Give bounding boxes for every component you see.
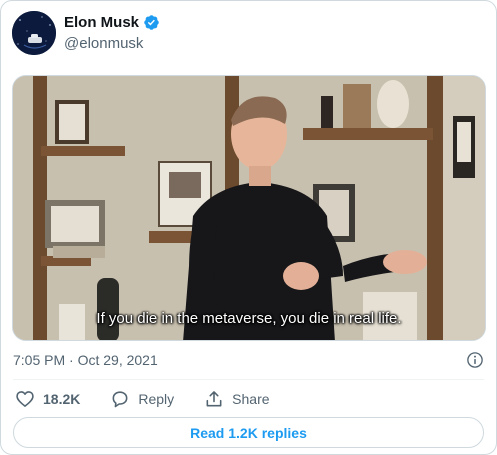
- avatar-image: [12, 11, 56, 55]
- video-frame: [13, 76, 485, 340]
- tweet-actions: 18.2K Reply Share: [15, 387, 270, 411]
- verified-badge-icon: [143, 14, 160, 31]
- timestamp-row: 7:05 PM · Oct 29, 2021: [13, 350, 484, 370]
- share-button[interactable]: Share: [204, 389, 270, 409]
- reply-label: Reply: [138, 391, 175, 407]
- tweet-header: Elon Musk @elonmusk: [12, 11, 160, 55]
- reply-button[interactable]: Reply: [110, 389, 174, 409]
- like-count: 18.2K: [43, 391, 81, 407]
- read-replies-label: Read 1.2K replies: [190, 424, 307, 441]
- info-icon[interactable]: [466, 351, 484, 369]
- video-subtitle: If you die in the metaverse, you die in …: [96, 310, 402, 327]
- share-upload-icon: [204, 389, 224, 409]
- video-media[interactable]: If you die in the metaverse, you die in …: [12, 75, 486, 341]
- user-block: Elon Musk @elonmusk: [64, 13, 160, 53]
- tweet-card: Elon Musk @elonmusk If you die in the me…: [0, 0, 497, 455]
- timestamp[interactable]: 7:05 PM · Oct 29, 2021: [13, 352, 158, 368]
- divider: [13, 379, 484, 380]
- heart-icon: [15, 389, 35, 409]
- reply-bubble-icon: [110, 389, 130, 409]
- read-replies-button[interactable]: Read 1.2K replies: [13, 417, 484, 448]
- handle[interactable]: @elonmusk: [64, 34, 160, 53]
- avatar[interactable]: [12, 11, 56, 55]
- display-name[interactable]: Elon Musk: [64, 13, 139, 32]
- share-label: Share: [232, 391, 270, 407]
- name-row: Elon Musk: [64, 13, 160, 32]
- like-button[interactable]: 18.2K: [15, 389, 80, 409]
